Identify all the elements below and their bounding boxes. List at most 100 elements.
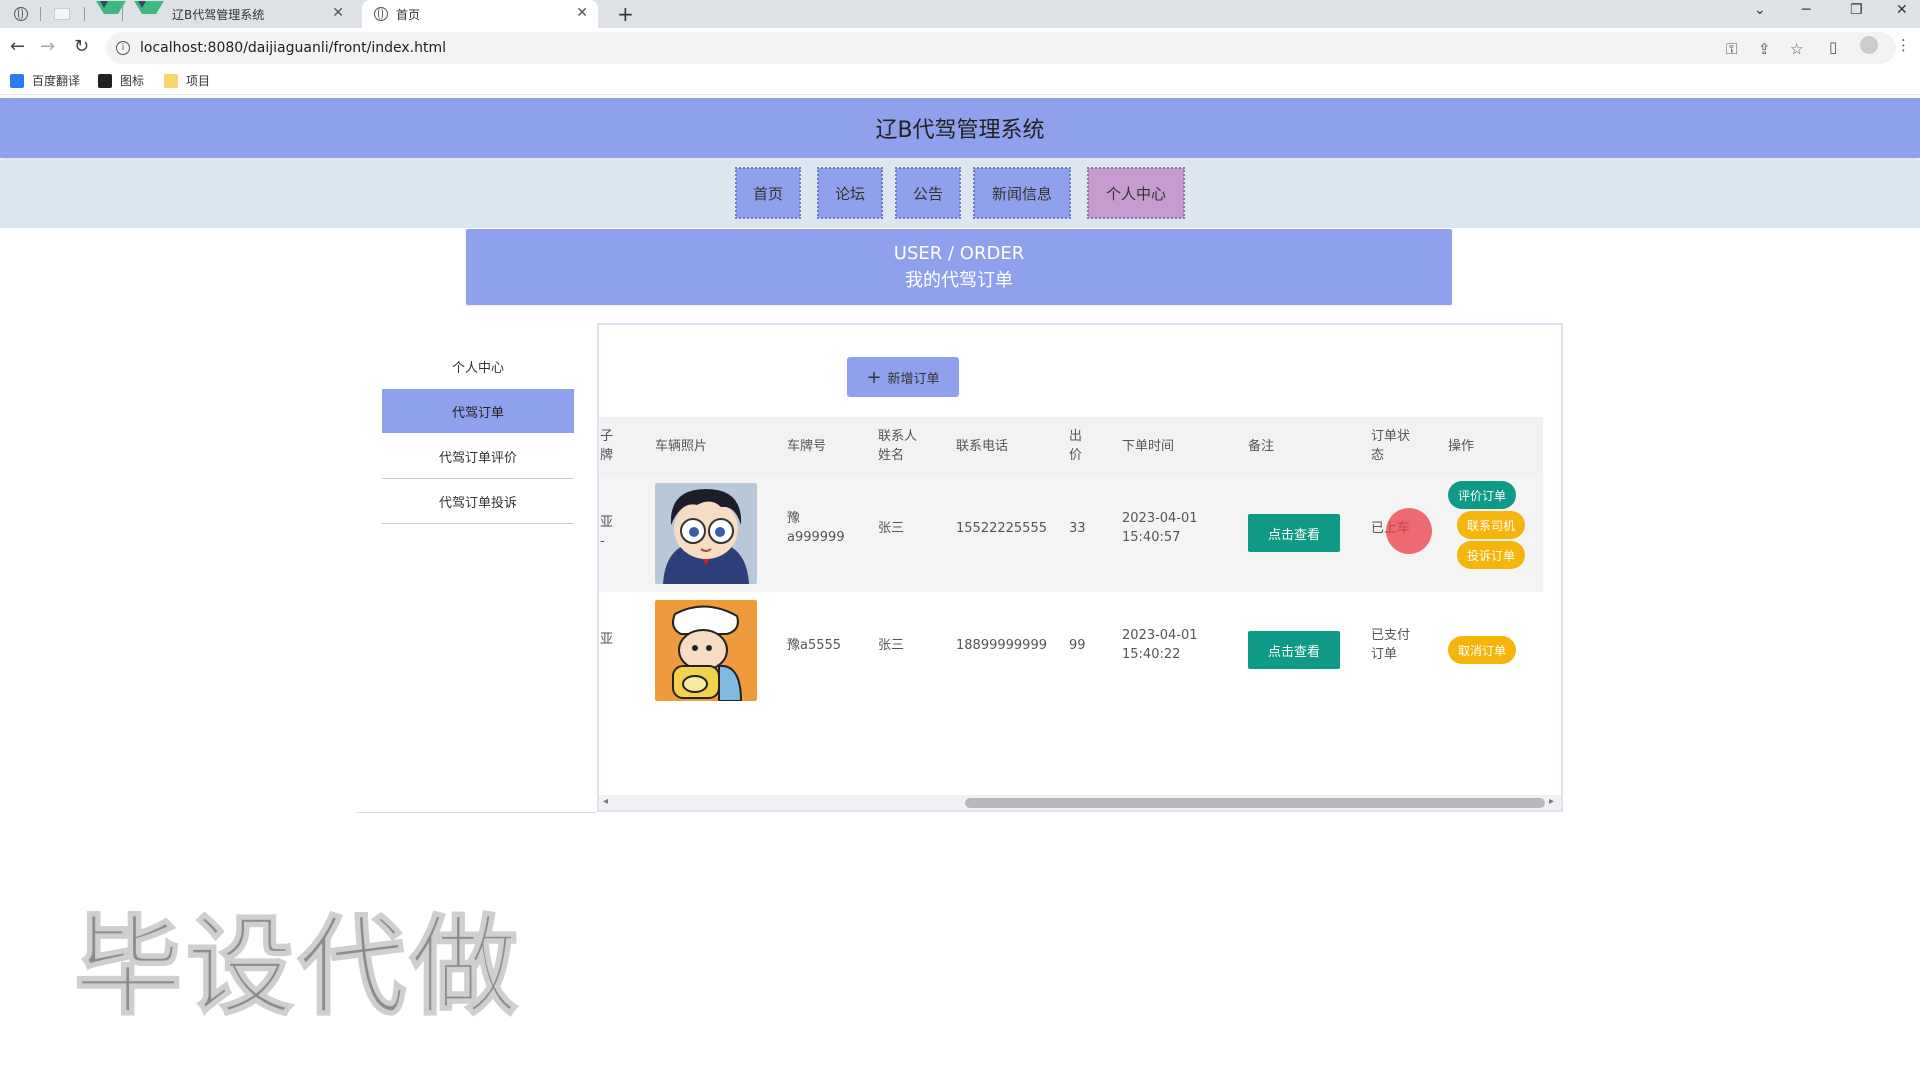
cell-partial: 亚 (600, 632, 614, 647)
bookmark-baidu-translate[interactable]: 百度翻译 (10, 72, 80, 89)
mouse-cursor-highlight (1386, 508, 1432, 554)
new-tab-button[interactable]: + (617, 2, 634, 26)
restore-button[interactable]: ❐ (1850, 2, 1863, 18)
nav-announcement[interactable]: 公告 (895, 167, 961, 219)
window-close-button[interactable]: ✕ (1896, 2, 1908, 18)
bookmark-label: 百度翻译 (32, 74, 81, 88)
banner-title: 我的代驾订单 (905, 270, 1013, 291)
globe-icon (14, 7, 28, 21)
complain-order-button[interactable]: 投诉订单 (1457, 541, 1525, 569)
tab-search-icon[interactable]: ⌄ (1754, 2, 1766, 18)
address-bar-row: ← → ↻ i localhost:8080/daijiaguanli/fron… (0, 28, 1920, 68)
col-header-remark: 备注 (1248, 439, 1275, 454)
nav-home[interactable]: 首页 (735, 167, 801, 219)
translate-icon (10, 73, 24, 88)
back-arrow-icon[interactable]: ← (10, 36, 25, 57)
page-banner: USER / ORDER 我的代驾订单 (466, 229, 1452, 305)
scrollbar-thumb[interactable] (965, 798, 1545, 808)
tab-admin-system[interactable]: 辽B代驾管理系统 ✕ (134, 0, 354, 28)
tab-1[interactable] (14, 0, 36, 28)
col-header-status: 订单状 态 (1371, 429, 1411, 463)
col-header-price: 出 价 (1069, 429, 1083, 463)
col-header-contact-name: 联系人 姓名 (878, 429, 918, 463)
profile-avatar-icon[interactable] (1860, 36, 1878, 54)
sidebar-item-order-complaints[interactable]: 代驾订单投诉 (382, 479, 574, 524)
col-header-action: 操作 (1448, 439, 1475, 454)
tab-3[interactable] (96, 0, 134, 28)
table-header: 子 牌 车辆照片 车牌号 联系人 姓名 联系电话 出 价 下单时间 备注 订单状… (599, 417, 1543, 475)
cell-partial: 亚 - (600, 515, 614, 549)
cell-order-time: 2023-04-01 15:40:57 (1122, 511, 1198, 545)
col-header-plate: 车牌号 (787, 439, 827, 454)
tab-label: 辽B代驾管理系统 (172, 7, 265, 22)
sidebar: 个人中心 代驾订单 代驾订单评价 代驾订单投诉 (356, 324, 596, 813)
cartoon-kid-image (655, 600, 757, 701)
plus-icon: + (866, 366, 882, 388)
close-icon[interactable]: ✕ (332, 5, 344, 21)
bookmarks-bar: 百度翻译 图标 项目 (0, 68, 1920, 95)
globe-icon (374, 7, 388, 21)
close-icon[interactable]: ✕ (576, 5, 588, 21)
col-header-photo: 车辆照片 (655, 439, 708, 454)
minimize-button[interactable]: ─ (1802, 2, 1810, 18)
add-order-button[interactable]: + 新增订单 (847, 357, 959, 397)
browser-tab-bar: 辽B代驾管理系统 ✕ 首页 ✕ + ⌄ ─ ❐ ✕ (0, 0, 1920, 28)
folder-icon (164, 73, 178, 88)
sidebar-item-order-reviews[interactable]: 代驾订单评价 (382, 434, 574, 479)
scroll-left-arrow-icon[interactable]: ◂ (603, 796, 608, 807)
cell-contact-name: 张三 (878, 521, 905, 536)
add-order-label: 新增订单 (887, 371, 940, 387)
tab-label: 首页 (396, 7, 421, 22)
view-remark-button[interactable]: 点击查看 (1248, 631, 1340, 669)
key-icon[interactable]: ⚿ (1726, 40, 1737, 58)
cell-plate: 豫 a999999 (787, 511, 845, 545)
cell-contact-name: 张三 (878, 638, 905, 653)
cell-status: 已支付 订单 (1371, 628, 1411, 662)
site-header: 辽B代驾管理系统 (0, 98, 1920, 158)
cell-order-time: 2023-04-01 15:40:22 (1122, 628, 1198, 662)
side-panel-icon[interactable]: ▯ (1829, 38, 1837, 56)
col-header-order-time: 下单时间 (1122, 439, 1175, 454)
contact-driver-button[interactable]: 联系司机 (1457, 511, 1525, 539)
bookmark-label: 项目 (186, 74, 211, 88)
site-title: 辽B代驾管理系统 (875, 118, 1045, 143)
col-header-partial: 子 牌 (600, 429, 614, 463)
table-row: 亚 豫a5555 张三 18899999999 99 2023-04-01 15… (599, 592, 1543, 709)
watermark-text: 毕设代做 (73, 904, 523, 1031)
car-photo[interactable] (655, 483, 757, 584)
scroll-right-arrow-icon[interactable]: ▸ (1549, 796, 1554, 807)
view-remark-button[interactable]: 点击查看 (1248, 514, 1340, 552)
nav-news[interactable]: 新闻信息 (973, 167, 1071, 219)
review-order-button[interactable]: 评价订单 (1448, 481, 1516, 509)
info-icon[interactable]: i (116, 41, 130, 55)
url-field[interactable]: i localhost:8080/daijiaguanli/front/inde… (106, 32, 1896, 64)
menu-dots-icon[interactable]: ⋮ (1896, 36, 1911, 54)
image-icon (98, 73, 112, 88)
tab-home[interactable]: 首页 ✕ (362, 0, 598, 28)
cancel-order-button[interactable]: 取消订单 (1448, 636, 1516, 664)
table-row: 亚 - 豫 a999999 张三 15522225555 33 2023-04-… (599, 475, 1543, 592)
vue-logo-icon (134, 0, 164, 28)
nav-personal-center[interactable]: 个人中心 (1087, 167, 1185, 219)
main-nav: 首页 论坛 公告 新闻信息 个人中心 (0, 160, 1920, 228)
orders-panel: + 新增订单 子 牌 车辆照片 车牌号 联系人 姓名 联系电话 出 价 下单时间… (597, 323, 1563, 812)
share-icon[interactable]: ⇪ (1758, 40, 1771, 58)
blank-page-icon (54, 8, 70, 20)
nav-forum[interactable]: 论坛 (817, 167, 883, 219)
bookmark-project[interactable]: 项目 (164, 72, 210, 89)
banner-subtitle: USER / ORDER (893, 243, 1025, 264)
cell-plate: 豫a5555 (787, 638, 842, 653)
forward-arrow-icon[interactable]: → (40, 36, 55, 57)
sidebar-item-orders[interactable]: 代驾订单 (382, 389, 574, 433)
cell-phone: 15522225555 (956, 521, 1047, 536)
tab-2[interactable] (54, 0, 78, 28)
bookmark-icons[interactable]: 图标 (98, 72, 144, 89)
cartoon-boy-image (655, 483, 757, 584)
reload-icon[interactable]: ↻ (74, 36, 89, 57)
horizontal-scrollbar[interactable]: ◂ ▸ (599, 795, 1561, 810)
car-photo[interactable] (655, 600, 757, 701)
cell-price: 99 (1069, 638, 1086, 653)
bookmark-label: 图标 (120, 74, 145, 88)
star-icon[interactable]: ☆ (1790, 40, 1803, 58)
sidebar-item-personal-center[interactable]: 个人中心 (382, 344, 574, 388)
